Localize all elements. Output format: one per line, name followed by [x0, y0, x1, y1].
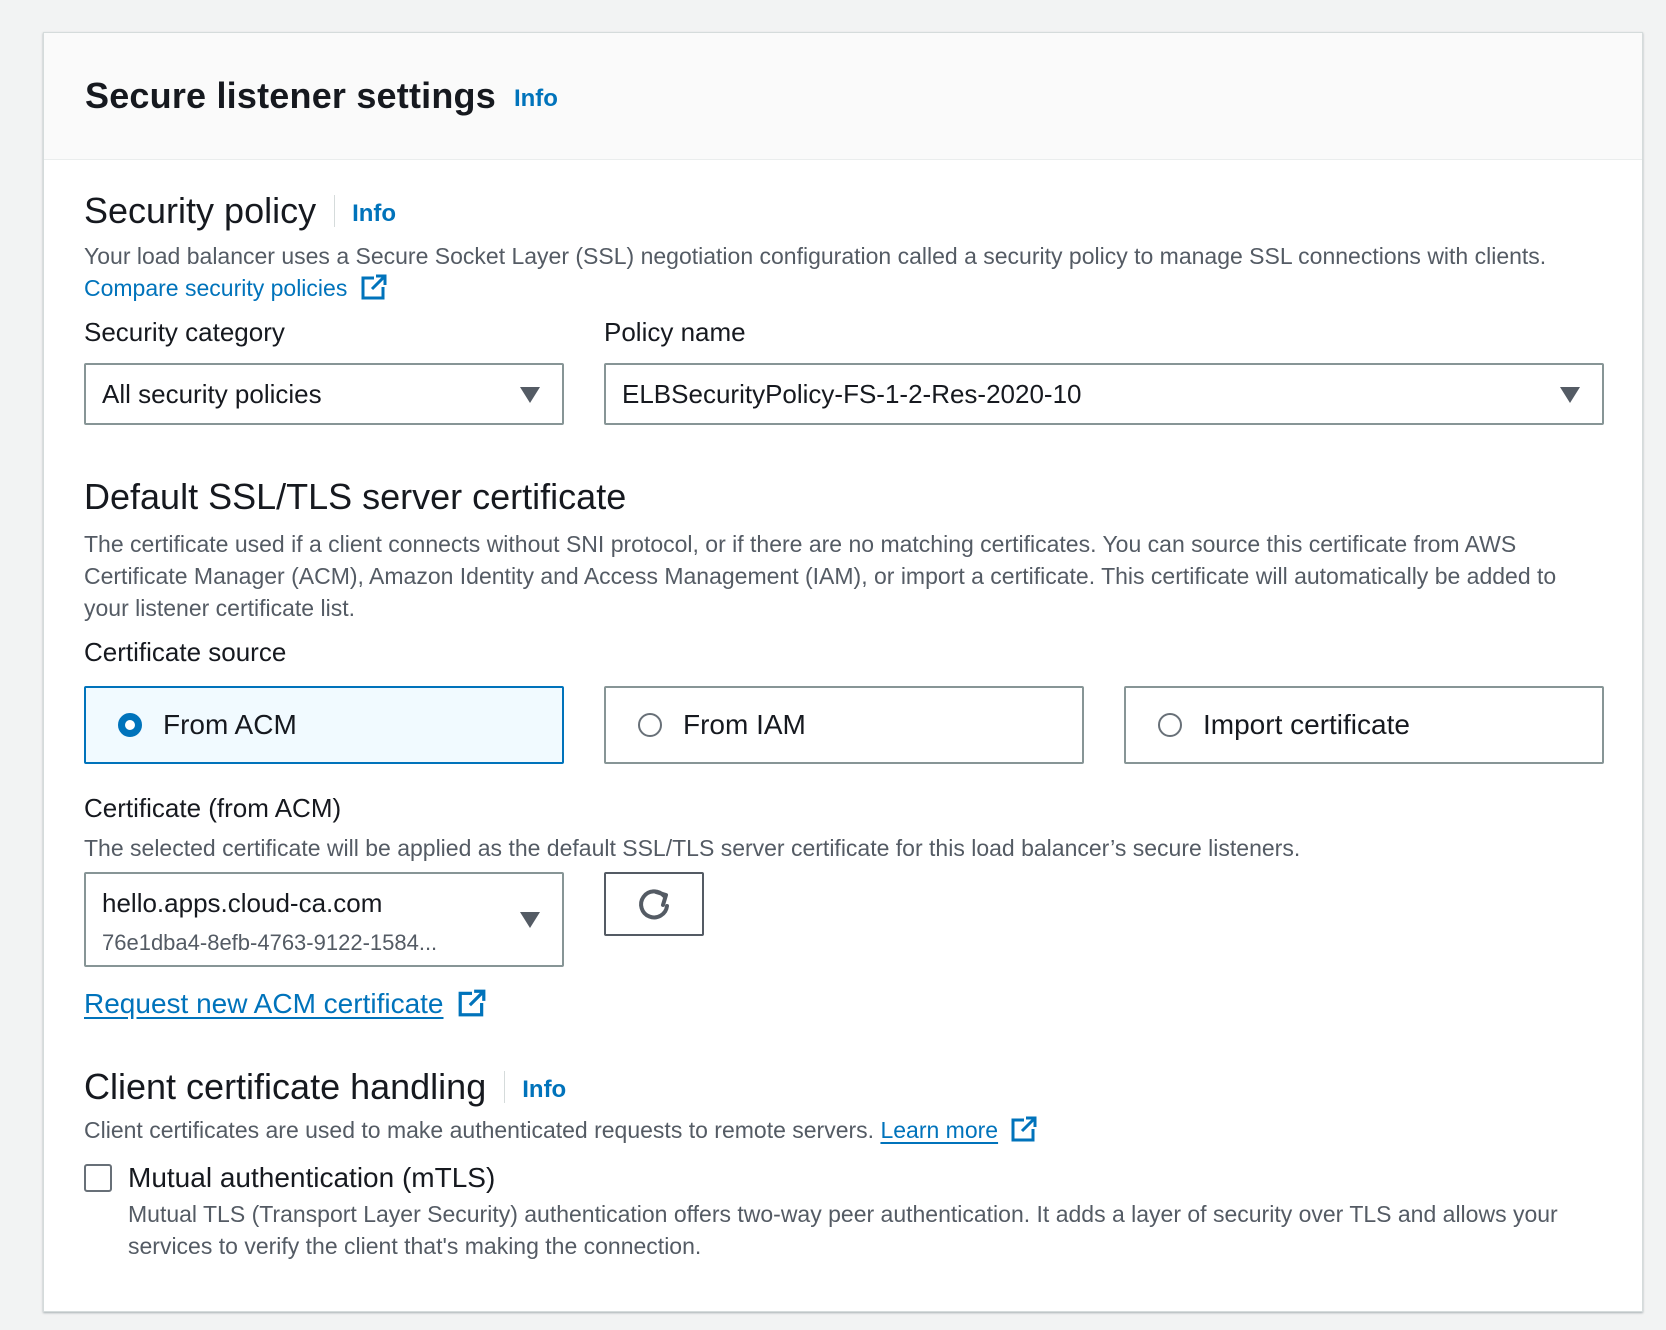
certificate-id: 76e1dba4-8efb-4763-9122-1584...: [102, 930, 438, 955]
security-policy-description-text: Your load balancer uses a Secure Socket …: [84, 243, 1547, 269]
security-policy-info-link[interactable]: Info: [352, 200, 396, 228]
mtls-description: Mutual TLS (Transport Layer Security) au…: [128, 1201, 1558, 1259]
learn-more-text[interactable]: Learn more: [880, 1117, 998, 1143]
default-cert-title: Default SSL/TLS server certificate: [84, 476, 627, 517]
external-link-icon: [361, 274, 387, 300]
divider: [334, 195, 336, 227]
client-cert-title: Client certificate handling: [84, 1066, 487, 1107]
from-iam-label: From IAM: [683, 709, 806, 740]
learn-more-link[interactable]: Learn more: [880, 1116, 1038, 1143]
security-category-select[interactable]: All security policies: [84, 363, 564, 425]
security-category-value: All security policies: [102, 379, 322, 409]
header-info-link[interactable]: Info: [514, 85, 558, 113]
certificate-select[interactable]: hello.apps.cloud-ca.com 76e1dba4-8efb-47…: [84, 872, 564, 967]
radio-import-certificate[interactable]: [1158, 713, 1182, 737]
default-cert-description: The certificate used if a client connect…: [84, 531, 1557, 621]
certificate-value: hello.apps.cloud-ca.com: [102, 888, 383, 918]
security-category-label: Security category: [84, 317, 285, 347]
policy-name-select[interactable]: ELBSecurityPolicy-FS-1-2-Res-2020-10: [604, 363, 1604, 425]
source-tile-from-iam[interactable]: From IAM: [604, 686, 1084, 764]
import-certificate-label: Import certificate: [1203, 709, 1410, 740]
security-policy-title: Security policy: [84, 190, 317, 231]
caret-down-icon: [520, 912, 540, 928]
mtls-label[interactable]: Mutual authentication (mTLS): [128, 1162, 495, 1194]
refresh-certificates-button[interactable]: [604, 872, 704, 936]
certificate-source-label: Certificate source: [84, 637, 287, 667]
mtls-checkbox[interactable]: [84, 1164, 112, 1192]
external-link-icon: [458, 989, 487, 1017]
client-cert-heading: Client certificate handling Info: [84, 1066, 566, 1108]
panel-header: Secure listener settings Info: [44, 33, 1642, 160]
caret-down-icon: [520, 387, 540, 403]
security-policy-description: Your load balancer uses a Secure Socket …: [84, 240, 1594, 304]
request-acm-certificate-link[interactable]: Request new ACM certificate: [84, 988, 487, 1020]
policy-name-label: Policy name: [604, 317, 746, 347]
from-acm-label: From ACM: [163, 709, 297, 740]
source-tile-import-certificate[interactable]: Import certificate: [1124, 686, 1604, 764]
compare-security-policies-link[interactable]: Compare security policies: [84, 274, 388, 301]
client-cert-description: Client certificates are used to make aut…: [84, 1114, 1594, 1146]
certificate-acm-label: Certificate (from ACM): [84, 793, 342, 823]
divider: [504, 1071, 506, 1103]
certificate-acm-description: The selected certificate will be applied…: [84, 835, 1301, 861]
request-link-text[interactable]: Request new ACM certificate: [84, 988, 444, 1019]
compare-link-text[interactable]: Compare security policies: [84, 275, 347, 301]
policy-name-value: ELBSecurityPolicy-FS-1-2-Res-2020-10: [622, 379, 1082, 409]
radio-from-acm[interactable]: [118, 713, 142, 737]
source-tile-from-acm[interactable]: From ACM: [84, 686, 564, 764]
caret-down-icon: [1560, 387, 1580, 403]
client-cert-info-link[interactable]: Info: [522, 1076, 566, 1104]
radio-from-iam[interactable]: [638, 713, 662, 737]
client-cert-description-text: Client certificates are used to make aut…: [84, 1117, 875, 1143]
panel-title: Secure listener settings: [85, 75, 496, 116]
external-link-icon: [1011, 1116, 1038, 1142]
refresh-icon: [639, 889, 669, 920]
security-policy-heading: Security policy Info: [84, 190, 396, 232]
